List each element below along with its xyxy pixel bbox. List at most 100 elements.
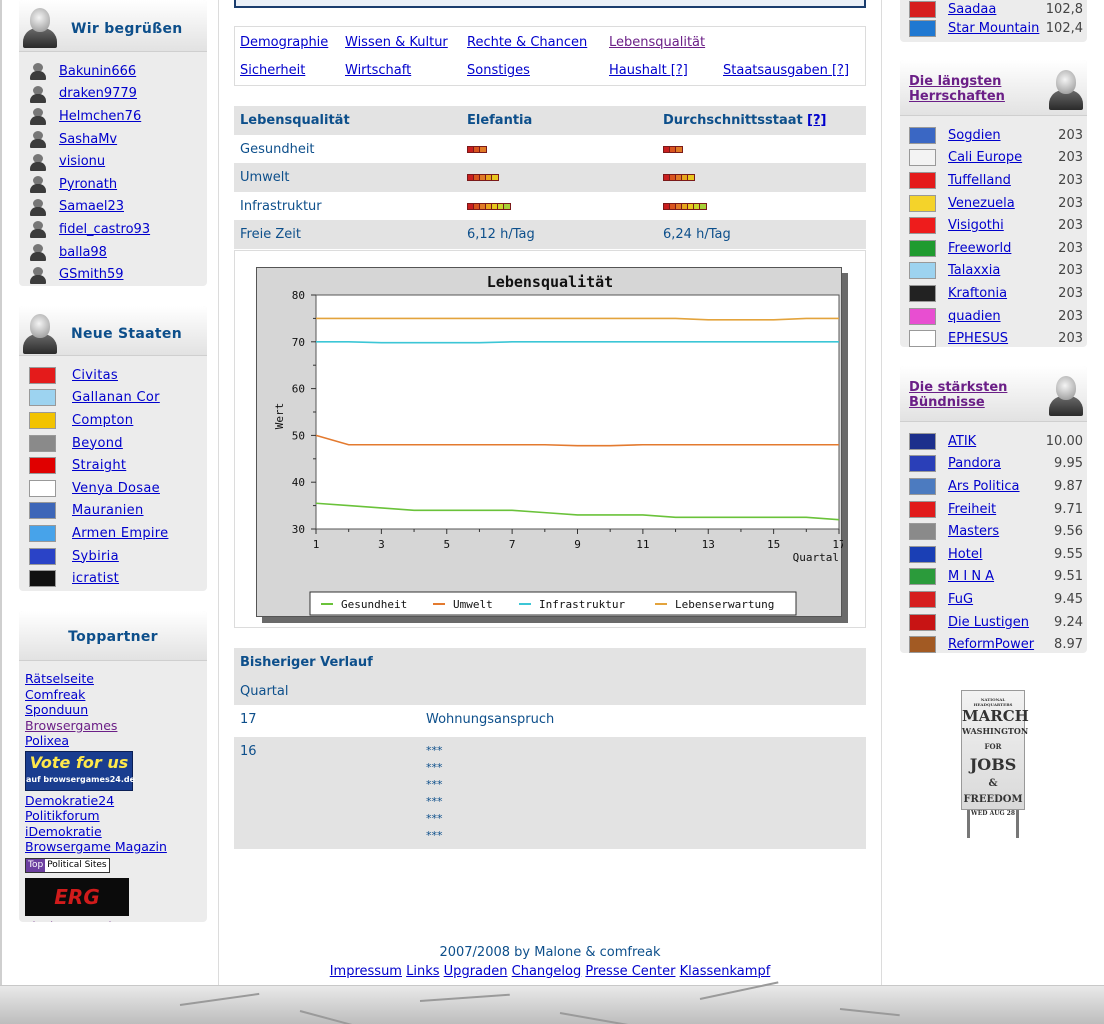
top-political-sites-badge[interactable]: Top Political Sites — [25, 857, 110, 873]
state-link[interactable]: Sybiria — [72, 549, 119, 564]
portrait-icon — [1047, 372, 1085, 416]
history-col-quartal: Quartal — [240, 683, 289, 699]
partner-link[interactable]: iDemokratie — [25, 824, 102, 839]
user-avatar-icon — [29, 198, 47, 216]
user-link[interactable]: Bakunin666 — [59, 64, 136, 79]
user-link[interactable]: Helmchen76 — [59, 109, 141, 124]
tab-sicherheit[interactable]: Sicherheit — [240, 63, 305, 78]
footer-link[interactable]: Upgraden — [444, 964, 508, 979]
ranking-link[interactable]: Star Mountain — [948, 21, 1045, 36]
march-poster[interactable]: NATIONAL HEADQUARTERS MARCH WASHINGTON F… — [961, 690, 1029, 840]
state-link[interactable]: Venya Dosae — [72, 481, 160, 496]
chart-legend: Gesundheit Umwelt Infrastruktur Lebenserwar… — [309, 591, 797, 616]
tab-sonstiges[interactable]: Sonstiges — [467, 63, 530, 78]
footer-link[interactable]: Presse Center — [585, 964, 675, 979]
partner-link[interactable]: Rätselseite — [25, 671, 94, 686]
state-link[interactable]: Straight — [72, 458, 126, 473]
history-entry: *** — [426, 829, 443, 842]
ranking-link[interactable]: EPHESUS — [948, 331, 1045, 346]
state-link[interactable]: icratist — [72, 571, 119, 586]
alliances-title[interactable]: Die stärksten Bündnisse — [909, 380, 1029, 410]
flag-icon — [909, 523, 936, 541]
ranking-link[interactable]: Masters — [948, 524, 1045, 539]
ranking-link[interactable]: Die Lustigen — [948, 615, 1045, 630]
col-durchschnittsstaat: Durchschnittsstaat — [663, 113, 803, 128]
quality-chart: Lebensqualität3040506070801 3 5 7 9 11 13 15 17Q… — [273, 273, 843, 616]
state-link[interactable]: Armen Empire — [72, 526, 168, 541]
user-link[interactable]: Pyronath — [59, 177, 117, 192]
ranking-link[interactable]: quadien — [948, 309, 1045, 324]
state-item: Straight — [29, 454, 207, 477]
state-link[interactable]: Beyond — [72, 436, 123, 451]
x-tick-label: 1 — [313, 538, 320, 551]
state-item: icratist — [29, 567, 207, 590]
ranking-link[interactable]: FuG — [948, 592, 1045, 607]
ranking-link[interactable]: Kraftonia — [948, 286, 1045, 301]
state-link[interactable]: Gallanan Cor — [72, 390, 160, 405]
longest-rule-title[interactable]: Die längsten Herrschaften — [909, 74, 1029, 104]
flag-icon — [909, 307, 936, 325]
ranking-link[interactable]: Sogdien — [948, 128, 1045, 143]
partner-link[interactable]: Comfreak — [25, 687, 85, 702]
welcome-box: Wir begrüßen Bakunin666 draken9779 Helmche… — [19, 0, 207, 286]
help-link[interactable]: [?] — [807, 113, 826, 128]
ranking-link[interactable]: Venezuela — [948, 196, 1045, 211]
user-link[interactable]: visionu — [59, 154, 105, 169]
ranking-link[interactable]: Talaxxia — [948, 263, 1045, 278]
partner-link[interactable]: Sponduun — [25, 702, 88, 717]
user-link[interactable]: GSmith59 — [59, 267, 123, 282]
user-link[interactable]: SashaMv — [59, 132, 117, 147]
ranking-link[interactable]: ATIK — [948, 434, 1045, 449]
ranking-link[interactable]: ReformPower — [948, 637, 1045, 652]
x-tick-label: 17 — [832, 538, 843, 551]
tab-wirtschaft[interactable]: Wirtschaft — [345, 63, 411, 78]
user-avatar-icon — [29, 175, 47, 194]
footer-link[interactable]: Links — [406, 964, 439, 979]
ranking-link[interactable]: Freeworld — [948, 241, 1045, 256]
partner-link[interactable]: Polixea — [25, 733, 69, 748]
flag-icon — [29, 570, 56, 588]
footer-link[interactable]: Changelog — [512, 964, 582, 979]
partner-link[interactable]: Flashgames.de — [25, 919, 119, 923]
ranking-link[interactable]: Pandora — [948, 456, 1045, 471]
ranking-link[interactable]: Saadaa — [948, 2, 1045, 17]
partner-link[interactable]: Demokratie24 — [25, 793, 114, 808]
tab-demographie[interactable]: Demographie — [240, 35, 328, 50]
ranking-link[interactable]: M I N A — [948, 569, 1045, 584]
vote-for-us-badge[interactable]: Vote for us auf browsergames24.de — [25, 750, 135, 791]
ranking-value: 102,4 — [1045, 21, 1083, 36]
tab-staatsausgaben[interactable]: Staatsausgaben [?] — [723, 63, 849, 78]
footer-link[interactable]: Klassenkampf — [680, 964, 771, 979]
history-row: 17 Wohnungsanspruch — [234, 705, 866, 737]
flag-icon — [909, 500, 936, 518]
tab-rechte-chancen[interactable]: Rechte & Chancen — [467, 35, 587, 50]
tab-haushalt[interactable]: Haushalt [?] — [609, 63, 688, 78]
footer-credit: 2007/2008 by Malone & comfreak — [439, 945, 661, 960]
user-link[interactable]: fidel_castro93 — [59, 222, 150, 237]
ranking-link[interactable]: Ars Politica — [948, 479, 1045, 494]
state-link[interactable]: Compton — [72, 413, 133, 428]
ranking-link[interactable]: Freiheit — [948, 502, 1045, 517]
ranking-link[interactable]: Cali Europe — [948, 150, 1045, 165]
partner-link[interactable]: Politikforum — [25, 808, 100, 823]
state-link[interactable]: Civitas — [72, 368, 118, 383]
tab-lebensqualitaet[interactable]: Lebensqualität — [609, 35, 705, 50]
state-link[interactable]: Mauranien — [72, 503, 144, 518]
flag-icon — [909, 20, 936, 37]
user-link[interactable]: Samael23 — [59, 199, 124, 214]
ranking-link[interactable]: Visigothi — [948, 218, 1045, 233]
flag-icon — [909, 149, 936, 167]
ranking-item: Ars Politica 9.87 — [909, 475, 1087, 498]
user-link[interactable]: balla98 — [59, 245, 107, 260]
partner-link[interactable]: Browsergame Magazin — [25, 839, 167, 854]
erg-badge[interactable]: ERG — [25, 877, 129, 916]
flag-icon — [29, 547, 56, 565]
tab-wissen-kultur[interactable]: Wissen & Kultur — [345, 35, 448, 50]
ranking-link[interactable]: Tuffelland — [948, 173, 1045, 188]
x-tick-label: 7 — [509, 538, 516, 551]
legend-label: Gesundheit — [341, 598, 407, 611]
footer-link[interactable]: Impressum — [330, 964, 402, 979]
ranking-link[interactable]: Hotel — [948, 547, 1045, 562]
user-link[interactable]: draken9779 — [59, 86, 137, 101]
partner-link[interactable]: Browsergames — [25, 718, 117, 733]
